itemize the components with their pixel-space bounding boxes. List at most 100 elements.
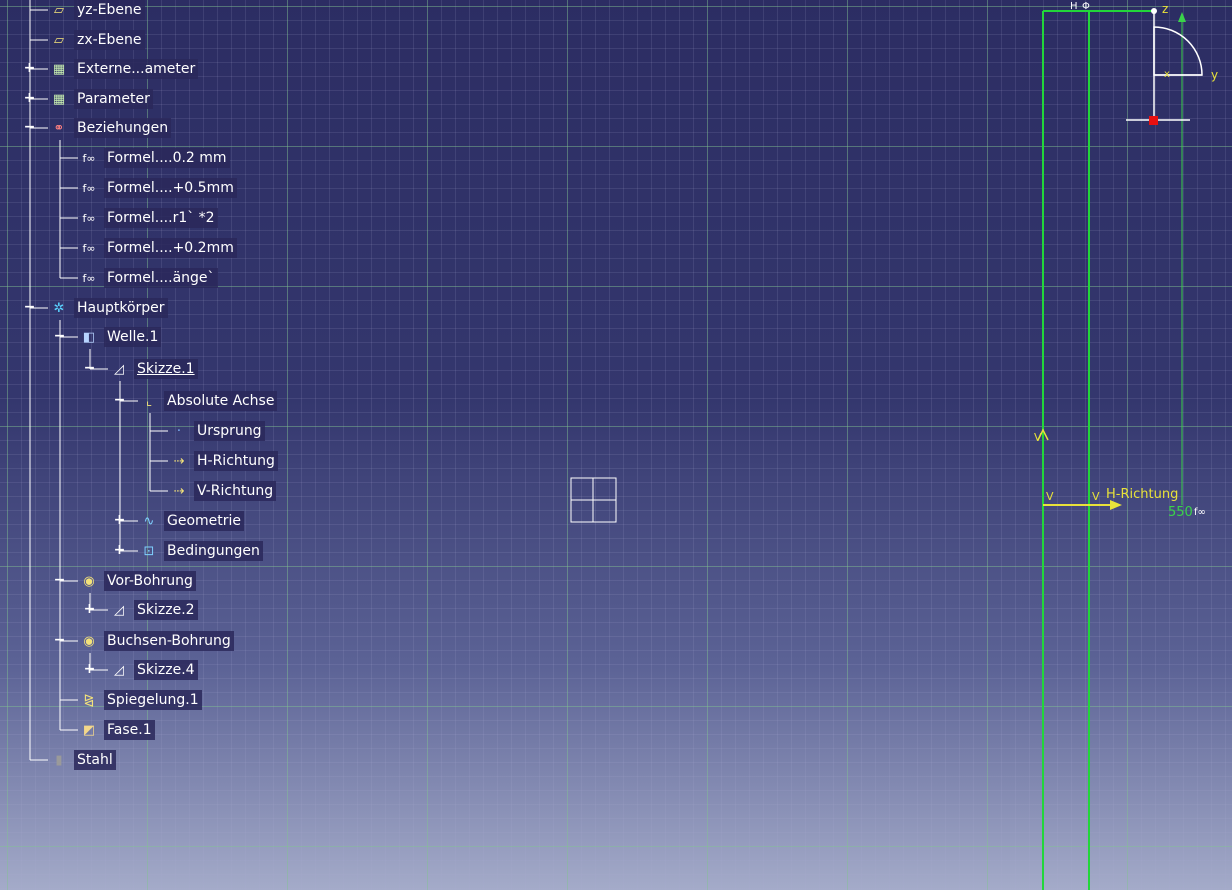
expand-toggle-icon[interactable]: + — [24, 91, 36, 105]
v-label-a: V — [1046, 490, 1054, 503]
tree-node-label: Formel....r1` *2 — [104, 208, 218, 228]
sketch-icon: ◿ — [114, 361, 124, 377]
tree-node-label: Skizze.2 — [134, 600, 198, 620]
tree-node-parameter[interactable]: ▦ Parameter — [48, 88, 153, 110]
collapse-toggle-icon[interactable]: − — [24, 120, 36, 134]
tree-node-label: Vor-Bohrung — [104, 571, 196, 591]
svg-text:z: z — [1162, 2, 1168, 16]
tree-node-formel-r1-2[interactable]: f∞ Formel....r1` *2 — [78, 207, 218, 229]
dimension-arrow-head — [1178, 12, 1186, 22]
tree-node-label: Skizze.4 — [134, 660, 198, 680]
tree-node-welle-1[interactable]: ◧ Welle.1 — [78, 326, 162, 348]
formula-icon: f∞ — [82, 181, 96, 195]
formula-icon: f∞ — [82, 271, 96, 285]
material-icon: ▮ — [55, 752, 63, 768]
compass-icon[interactable]: z y x — [1126, 2, 1218, 125]
svg-text:x: x — [1164, 69, 1170, 80]
tree-node-zx-ebene[interactable]: ▱ zx-Ebene — [48, 29, 145, 51]
plane-icon: ▱ — [54, 2, 64, 18]
collapse-toggle-icon[interactable]: − — [54, 329, 66, 343]
collapse-toggle-icon[interactable]: − — [54, 573, 66, 587]
tree-node-label: Externe...ameter — [74, 59, 199, 79]
axis-icon: ⌞ — [145, 393, 153, 409]
tree-node-formel-0-5mm[interactable]: f∞ Formel....+0.5mm — [78, 177, 237, 199]
formula-icon: f∞ — [82, 241, 96, 255]
tree-node-label: zx-Ebene — [74, 30, 145, 50]
expand-toggle-icon[interactable]: + — [114, 543, 126, 557]
tree-node-stahl[interactable]: ▮ Stahl — [48, 749, 116, 771]
tree-node-label: H-Richtung — [194, 451, 278, 471]
mirror-icon: ⧎ — [83, 692, 95, 708]
shaft-icon: ◧ — [82, 329, 96, 345]
tree-node-skizze-2[interactable]: ◿ Skizze.2 — [108, 599, 198, 621]
formula-icon: f∞ — [82, 151, 96, 165]
collapse-toggle-icon[interactable]: − — [24, 300, 36, 314]
sketch-icon: ◿ — [114, 662, 124, 678]
expand-toggle-icon[interactable]: + — [114, 513, 126, 527]
tree-node-label: Buchsen-Bohrung — [104, 631, 234, 651]
tree-node-hauptkorper[interactable]: ✲ Hauptkörper — [48, 297, 168, 319]
tree-node-label: Beziehungen — [74, 118, 172, 138]
parameter-set-icon: ▦ — [52, 61, 66, 77]
tree-node-label: yz-Ebene — [74, 0, 145, 20]
formula-indicator-icon: f∞ — [1194, 507, 1206, 518]
tree-node-label: V-Richtung — [194, 481, 277, 501]
plane-icon: ▱ — [54, 32, 64, 48]
tree-node-label: Absolute Achse — [164, 391, 278, 411]
hole-icon: ◉ — [83, 573, 95, 589]
constraints-icon: ⊡ — [143, 543, 155, 559]
parameter-set-icon: ▦ — [52, 91, 66, 107]
v-label-left: V — [1034, 431, 1042, 444]
tree-node-label: Skizze.1 — [134, 359, 198, 379]
tree-node-formel-0-2mm[interactable]: f∞ Formel....+0.2mm — [78, 237, 237, 259]
tree-node-absolute-achse[interactable]: ⌞ Absolute Achse — [138, 390, 278, 412]
tree-node-h-richtung[interactable]: ⇢ H-Richtung — [168, 450, 278, 472]
tree-node-skizze-4[interactable]: ◿ Skizze.4 — [108, 659, 198, 681]
sketch-icon: ◿ — [114, 602, 124, 618]
collapse-toggle-icon[interactable]: − — [84, 361, 96, 375]
direction-arrow-icon: ⇢ — [173, 483, 185, 499]
tree-node-label: Geometrie — [164, 511, 245, 531]
tree-node-buchsen-bohrung[interactable]: ◉ Buchsen-Bohrung — [78, 630, 234, 652]
tree-node-yz-ebene[interactable]: ▱ yz-Ebene — [48, 0, 145, 21]
tree-node-ursprung[interactable]: · Ursprung — [168, 420, 265, 442]
tree-node-label: Formel....+0.5mm — [104, 178, 237, 198]
tree-node-bedingungen[interactable]: ⊡ Bedingungen — [138, 540, 263, 562]
tree-node-geometrie[interactable]: ∿ Geometrie — [138, 510, 245, 532]
svg-text:y: y — [1211, 68, 1218, 82]
tree-node-label: Welle.1 — [104, 327, 162, 347]
expand-toggle-icon[interactable]: + — [24, 61, 36, 75]
direction-arrow-icon: ⇢ — [173, 453, 185, 469]
formula-icon: f∞ — [82, 211, 96, 225]
chamfer-icon: ◩ — [82, 722, 96, 738]
dimension-value[interactable]: 550 — [1168, 505, 1193, 520]
collapse-toggle-icon[interactable]: − — [114, 393, 126, 407]
tree-node-fase-1[interactable]: ◩ Fase.1 — [78, 719, 155, 741]
tree-node-spiegelung-1[interactable]: ⧎ Spiegelung.1 — [78, 689, 202, 711]
tree-node-formel-0-2-mm[interactable]: f∞ Formel....0.2 mm — [78, 147, 230, 169]
tree-node-label: Formel....+0.2mm — [104, 238, 237, 258]
hole-icon: ◉ — [83, 633, 95, 649]
tree-node-externe-ameter[interactable]: ▦ Externe...ameter — [48, 58, 199, 80]
expand-toggle-icon[interactable]: + — [84, 602, 96, 616]
origin-point-icon: · — [176, 423, 182, 439]
tree-node-label: Formel....0.2 mm — [104, 148, 230, 168]
body-gear-icon: ✲ — [53, 300, 65, 316]
tree-node-label: Stahl — [74, 750, 116, 770]
collapse-toggle-icon[interactable]: − — [54, 633, 66, 647]
relations-icon: ⚭ — [53, 120, 65, 136]
geometry-icon: ∿ — [143, 513, 155, 529]
tree-node-label: Fase.1 — [104, 720, 155, 740]
v-label-b: V — [1092, 490, 1100, 503]
tree-node-formel-ange[interactable]: f∞ Formel....änge` — [78, 267, 218, 289]
constraint-symbol-icon: Φ — [1082, 1, 1090, 12]
tree-node-v-richtung[interactable]: ⇢ V-Richtung — [168, 480, 277, 502]
tree-node-skizze-1[interactable]: ◿ Skizze.1 — [108, 358, 198, 380]
h-label-top: H — [1070, 1, 1078, 12]
tree-node-vor-bohrung[interactable]: ◉ Vor-Bohrung — [78, 570, 196, 592]
tree-node-beziehungen[interactable]: ⚭ Beziehungen — [48, 117, 172, 139]
tree-node-label: Hauptkörper — [74, 298, 168, 318]
tree-node-label: Spiegelung.1 — [104, 690, 202, 710]
expand-toggle-icon[interactable]: + — [84, 662, 96, 676]
tree-node-label: Bedingungen — [164, 541, 263, 561]
